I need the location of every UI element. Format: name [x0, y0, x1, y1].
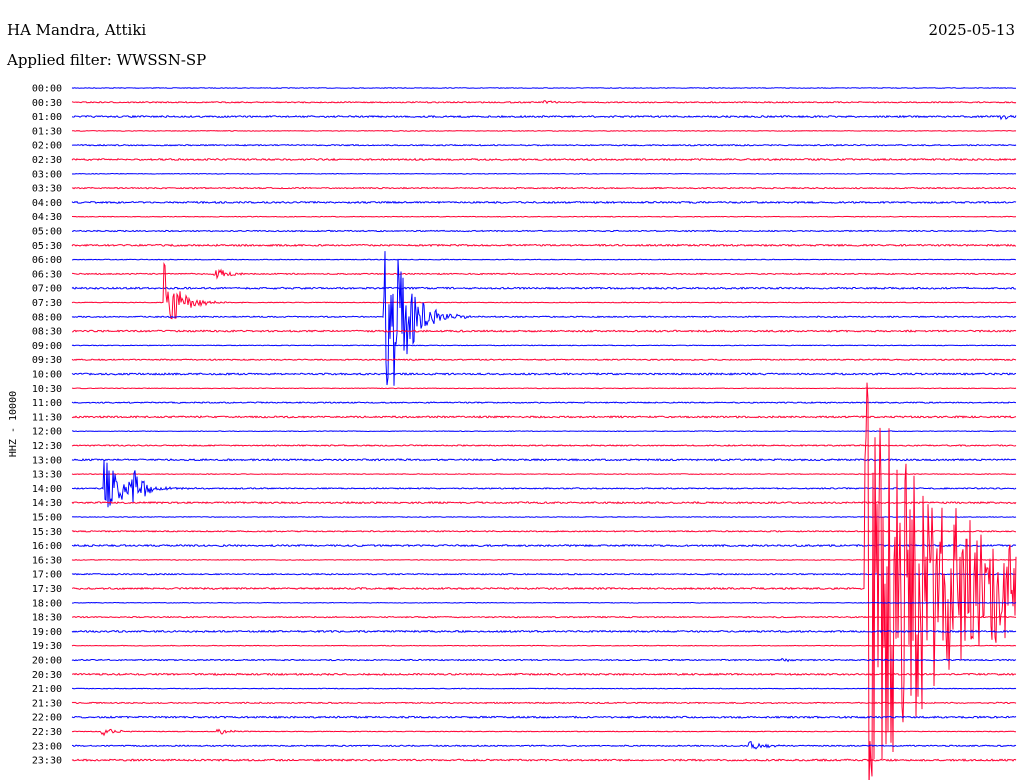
- tick-label: 01:30: [32, 126, 62, 137]
- trace-line: [71, 261, 1017, 320]
- tick-label: 18:30: [32, 613, 62, 624]
- tick-label: 10:30: [32, 384, 62, 395]
- tick-label: 20:30: [32, 670, 62, 681]
- trace-line: [71, 114, 1017, 121]
- trace-line: [71, 458, 1017, 462]
- tick-label: 00:30: [32, 98, 62, 109]
- trace-line: [71, 130, 1017, 132]
- trace-line: [71, 329, 1017, 333]
- trace-line: [72, 430, 1017, 433]
- trace-line: [71, 629, 1017, 634]
- trace-line: [72, 687, 1017, 690]
- tick-label: 07:30: [32, 298, 62, 309]
- tick-label: 18:00: [32, 598, 62, 609]
- trace-line: [72, 268, 1016, 280]
- trace-line: [71, 87, 1016, 89]
- trace-line: [71, 758, 1017, 762]
- tick-label: 15:00: [32, 513, 62, 524]
- tick-label: 17:00: [32, 570, 62, 581]
- trace-line: [71, 100, 1017, 105]
- tick-label: 23:00: [32, 741, 62, 752]
- trace-line: [71, 157, 1017, 162]
- trace-line: [71, 186, 1016, 190]
- trace-line: [72, 615, 1017, 619]
- tick-label: 04:00: [32, 198, 62, 209]
- tick-label: 21:00: [32, 684, 62, 695]
- tick-label: 06:30: [32, 269, 62, 280]
- tick-label: 05:00: [32, 227, 62, 238]
- tick-label: 06:00: [32, 255, 62, 266]
- tick-label: 04:30: [32, 212, 62, 223]
- trace-line: [71, 601, 1017, 604]
- tick-label: 11:00: [32, 398, 62, 409]
- trace-line: [71, 286, 1017, 290]
- trace-line: [71, 229, 1017, 233]
- tick-label: 15:30: [32, 527, 62, 538]
- trace-line: [71, 251, 1017, 386]
- tick-label: 21:30: [32, 698, 62, 709]
- tick-label: 02:30: [32, 155, 62, 166]
- tick-label: 09:30: [32, 355, 62, 366]
- tick-label: 07:00: [32, 284, 62, 295]
- trace-line: [71, 401, 1016, 404]
- tick-label: 20:00: [32, 656, 62, 667]
- trace-line: [71, 415, 1017, 419]
- tick-label-group: 00:00 00:30 01:00 01:30 02:00 02:30 03:00 03:30…: [32, 84, 62, 767]
- trace-line: [71, 387, 1017, 390]
- tick-label: 22:30: [32, 727, 62, 738]
- tick-label: 09:00: [32, 341, 62, 352]
- trace-line: [71, 644, 1017, 647]
- helicorder-plot: 00:00 00:30 01:00 01:30 02:00 02:30 03:00 03:30…: [8, 84, 1017, 780]
- tick-label: 17:30: [32, 584, 62, 595]
- y-axis-label: HHZ - 10000: [8, 391, 19, 457]
- trace-line: [71, 143, 1017, 147]
- tick-label: 19:00: [32, 627, 62, 638]
- tick-label: 19:30: [32, 641, 62, 652]
- tick-label: 00:00: [32, 84, 62, 95]
- tick-label: 22:00: [32, 713, 62, 724]
- trace-line: [71, 382, 1017, 780]
- tick-label: 16:00: [32, 541, 62, 552]
- tick-label: 13:30: [32, 470, 62, 481]
- tick-label: 12:00: [32, 427, 62, 438]
- tick-label: 11:30: [32, 412, 62, 423]
- tick-label: 23:30: [32, 756, 62, 767]
- tick-label: 03:00: [32, 169, 62, 180]
- trace-line: [71, 444, 1017, 447]
- tick-label: 14:00: [32, 484, 62, 495]
- tick-label: 14:30: [32, 498, 62, 509]
- trace-line: [71, 243, 1016, 247]
- tick-label: 03:30: [32, 184, 62, 195]
- tick-label: 13:00: [32, 455, 62, 466]
- trace-line: [71, 344, 1017, 347]
- trace-group: [71, 87, 1017, 780]
- tick-label: 02:00: [32, 141, 62, 152]
- trace-line: [72, 258, 1017, 261]
- trace-line: [71, 172, 1017, 175]
- tick-label: 01:00: [32, 112, 62, 123]
- tick-label: 05:30: [32, 241, 62, 252]
- trace-line: [72, 215, 1016, 218]
- trace-line: [71, 200, 1017, 205]
- tick-label: 12:30: [32, 441, 62, 452]
- tick-label: 08:30: [32, 327, 62, 338]
- trace-line: [71, 358, 1017, 362]
- tick-label: 08:00: [32, 312, 62, 323]
- trace-line: [71, 701, 1017, 705]
- trace-line: [71, 372, 1017, 376]
- tick-label: 16:30: [32, 555, 62, 566]
- tick-label: 10:00: [32, 370, 62, 381]
